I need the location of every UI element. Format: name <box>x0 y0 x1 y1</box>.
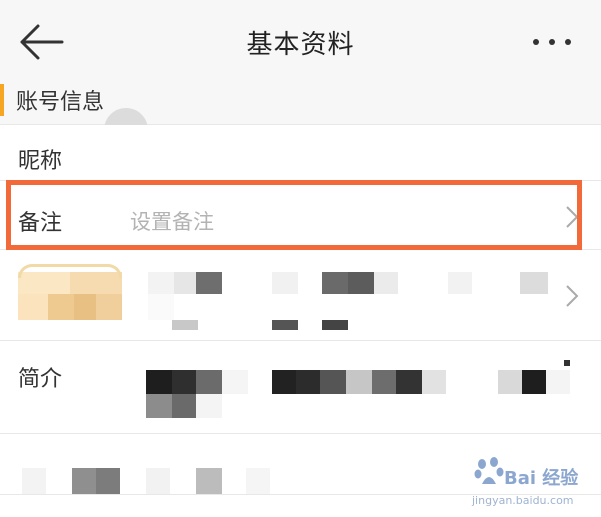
watermark-logo-text: Bai 经验 <box>504 468 579 489</box>
section-header-account-info: 账号信息 <box>0 80 601 125</box>
avatar-frame <box>18 264 122 278</box>
section-title: 账号信息 <box>16 90 105 115</box>
chevron-right-icon <box>566 285 579 307</box>
row-nickname[interactable]: 昵称 <box>0 125 601 181</box>
more-horizontal-icon[interactable] <box>530 28 574 56</box>
nickname-label: 昵称 <box>18 149 63 174</box>
nav-header: 基本资料 <box>0 0 601 81</box>
baidu-watermark: Bai 经验 jingyan.baidu.com <box>466 452 592 512</box>
intro-label: 简介 <box>18 367 63 392</box>
page-title: 基本资料 <box>246 30 355 60</box>
section-accent-bar <box>0 84 4 116</box>
highlight-box <box>6 180 582 250</box>
watermark-url: jingyan.baidu.com <box>472 494 574 507</box>
paw-logo-icon <box>474 457 504 484</box>
